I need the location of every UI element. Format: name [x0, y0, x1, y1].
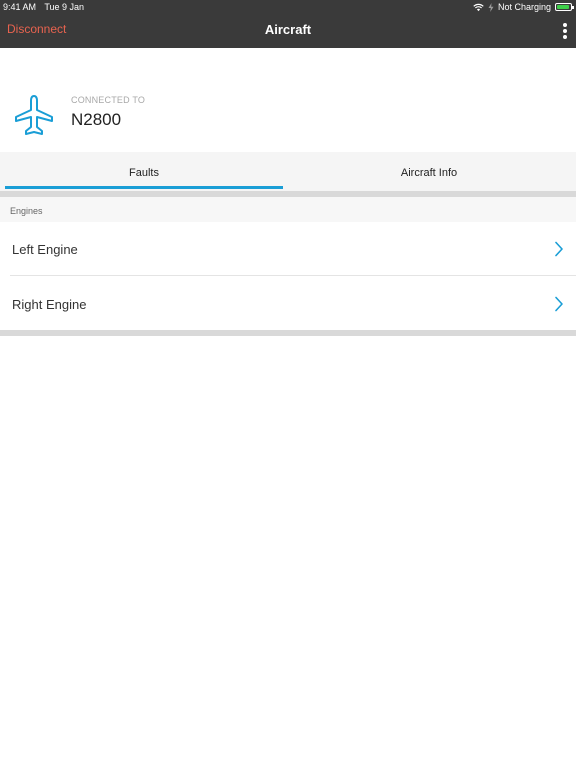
battery-cap [572, 6, 574, 9]
navigation-bar: Disconnect Aircraft [0, 14, 576, 48]
wifi-icon [473, 3, 484, 11]
chevron-right-icon [555, 296, 563, 312]
more-vertical-icon[interactable] [562, 23, 568, 41]
menu-dot [563, 29, 567, 33]
status-date: Tue 9 Jan [44, 2, 85, 12]
list-item-label: Right Engine [12, 297, 87, 312]
charging-icon [488, 2, 494, 12]
aircraft-screen: 9:41 AM Tue 9 Jan Not Charging Disconnec… [0, 0, 576, 768]
list-item-label: Left Engine [12, 242, 78, 257]
battery-level [557, 5, 569, 9]
page-title: Aircraft [264, 22, 312, 37]
menu-dot [563, 23, 567, 27]
battery-icon [555, 3, 574, 11]
status-bar: 9:41 AM Tue 9 Jan Not Charging [0, 0, 576, 14]
charging-status: Not Charging [497, 2, 551, 12]
tab-selected-indicator [5, 186, 283, 189]
list-item-left-engine[interactable]: Left Engine [0, 222, 576, 275]
tab-aircraft-info[interactable]: Aircraft Info [287, 152, 571, 192]
row-divider [10, 275, 576, 276]
tail-number: N2800 [71, 110, 122, 129]
status-time: 9:41 AM [3, 2, 37, 12]
connection-header: CONNECTED TO N2800 [0, 48, 576, 152]
chevron-right-icon [555, 241, 563, 257]
divider [0, 330, 576, 336]
airplane-icon [15, 95, 53, 135]
status-left: 9:41 AM Tue 9 Jan [3, 0, 90, 14]
section-title: Engines [10, 206, 43, 216]
list-item-right-engine[interactable]: Right Engine [0, 277, 576, 330]
section-header-engines: Engines [0, 197, 576, 222]
connected-to-label: CONNECTED TO [71, 95, 146, 105]
status-right: Not Charging [473, 0, 574, 14]
menu-dot [563, 35, 567, 39]
